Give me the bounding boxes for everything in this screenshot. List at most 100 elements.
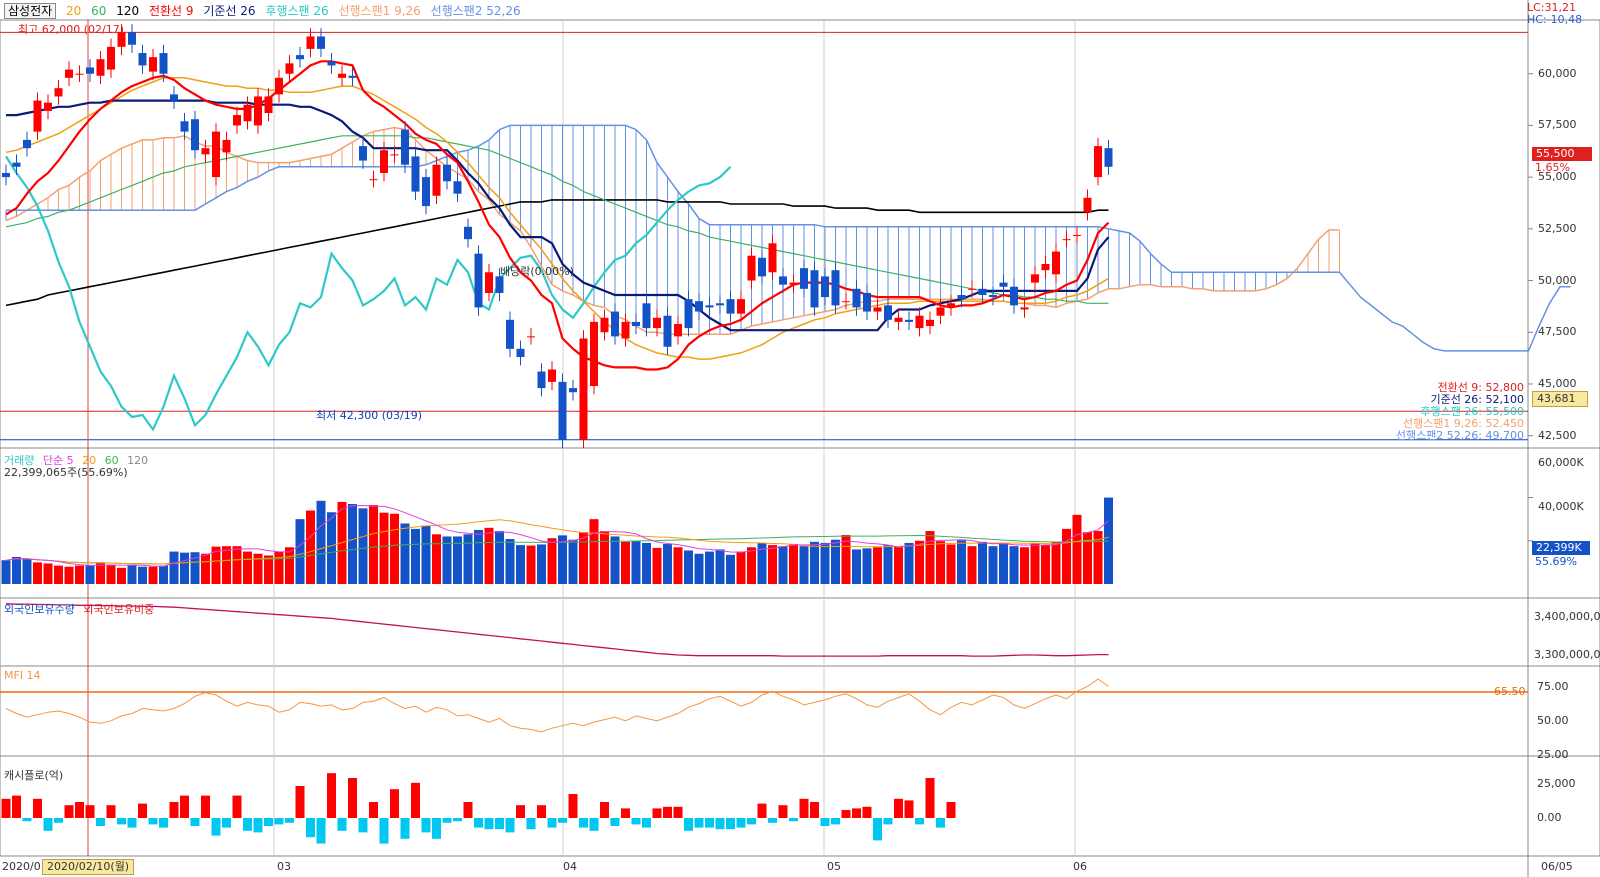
volume-bar [789,544,798,584]
candle-body [695,301,703,312]
cashflow-bar [285,818,294,823]
volume-bar [873,547,882,584]
candle-body [758,257,766,277]
stock-chart-canvas[interactable] [0,0,1600,877]
cashflow-bar [705,818,714,828]
candle-body [789,282,798,285]
cashflow-bar [12,795,21,818]
xaxis-month-05: 05 [827,860,841,873]
volume-value-text: 22,399,065주(55.69%) [4,466,128,479]
candle-body [516,348,525,358]
ma60-label[interactable]: 60 [91,4,106,18]
volume-bar [306,510,315,584]
ma120-label[interactable]: 120 [116,4,139,18]
volume-bar [274,551,284,584]
high-price-label: 최고 62,000 (02/17) [18,23,125,36]
panel-frame [0,19,1600,449]
cashflow-bar [642,818,651,828]
candle-body [75,73,84,75]
volume-bar [705,551,714,584]
cashflow-bar [379,818,389,844]
volume-bar [841,534,851,584]
cashflow-bar [526,818,536,830]
candle-body [842,301,850,303]
cursor-date-badge: 2020/02/10(월) [42,859,135,875]
cashflow-bar [411,782,420,818]
chikou-label[interactable]: 후행스팬 26 [265,4,328,18]
tenkan-label[interactable]: 전환선 9 [149,4,194,18]
volume-bar [243,551,252,584]
cashflow-bar [295,786,305,818]
cashflow-bar [495,818,504,830]
candle-body [432,164,441,196]
candle-body [968,288,976,290]
volume-bar [1051,541,1061,584]
volume-bar [547,538,557,584]
candle-body [915,315,924,329]
candle-body [674,323,682,337]
volume-bar [295,519,305,584]
volume-bar [516,545,525,584]
volume-bar [54,565,63,584]
cashflow-bar [726,818,735,830]
volume-bar [316,500,326,584]
candle-body [663,315,672,347]
candle-body [254,96,262,126]
cashflow-bar [337,818,347,831]
candle-body [201,148,210,155]
cashflow-bar [694,818,704,828]
cashflow-bar [1,798,11,818]
volume-bar [925,531,935,584]
price-ytick: 57,500 [1538,118,1577,132]
candle-body [957,295,966,300]
candle-body [716,303,724,306]
candle-body [779,276,787,285]
volume-bar [715,549,725,584]
volume-bar [631,540,641,584]
candle-body [684,299,693,329]
cashflow-bar [936,818,945,828]
kijun-label[interactable]: 기준선 26 [203,4,255,18]
foreign-ratio-label[interactable]: 외국인보유비중 [83,603,154,616]
ma20-label[interactable]: 20 [66,4,81,18]
volume-pct: 55.69% [1535,555,1577,568]
cash-ytick-0: 0.00 [1537,811,1562,824]
span2-label[interactable]: 선행스팬2 52,26 [431,4,521,18]
volume-bar [568,539,578,584]
candle-body [390,154,399,156]
volume-bar [736,551,746,584]
cash-title[interactable]: 캐시플로(억) [4,767,63,783]
candle-body [285,63,294,74]
volume-ma120[interactable]: 120 [127,454,148,467]
price-ytick: 60,000 [1538,66,1577,80]
volume-bar [747,547,756,584]
cashflow-bar [138,803,147,818]
candle-body [380,150,388,173]
cashflow-bar [85,805,95,818]
candle-body [348,75,357,78]
volume-bar [526,545,536,584]
volume-bar [369,505,378,584]
foreign-title: 외국인보유수량 외국인보유비중 [4,601,159,617]
legend-span2: 선행스팬2 52,26: 49,700 [1395,429,1524,442]
candle-body [800,268,808,289]
volume-bar [768,545,777,584]
candle-body [1020,307,1029,310]
cashflow-bar [904,800,914,818]
stock-name[interactable]: 삼성전자 [4,3,57,19]
mfi-title[interactable]: MFI 14 [4,669,41,682]
candle-body [191,119,199,151]
candle-body [180,121,189,132]
candle-body [264,96,273,114]
xaxis-month-03: 03 [277,860,291,873]
candle-body [275,77,283,95]
cashflow-bar [516,805,525,818]
cashflow-bar [894,798,903,818]
cashflow-bar [453,818,462,822]
span1-label[interactable]: 선행스팬1 9,26 [338,4,420,18]
foreign-qty-label[interactable]: 외국인보유수량 [4,603,75,616]
cashflow-bar [810,802,819,818]
candle-body [737,299,745,314]
volume-ytick-40000: 40,000K [1538,500,1584,513]
cashflow-bar [369,802,378,818]
